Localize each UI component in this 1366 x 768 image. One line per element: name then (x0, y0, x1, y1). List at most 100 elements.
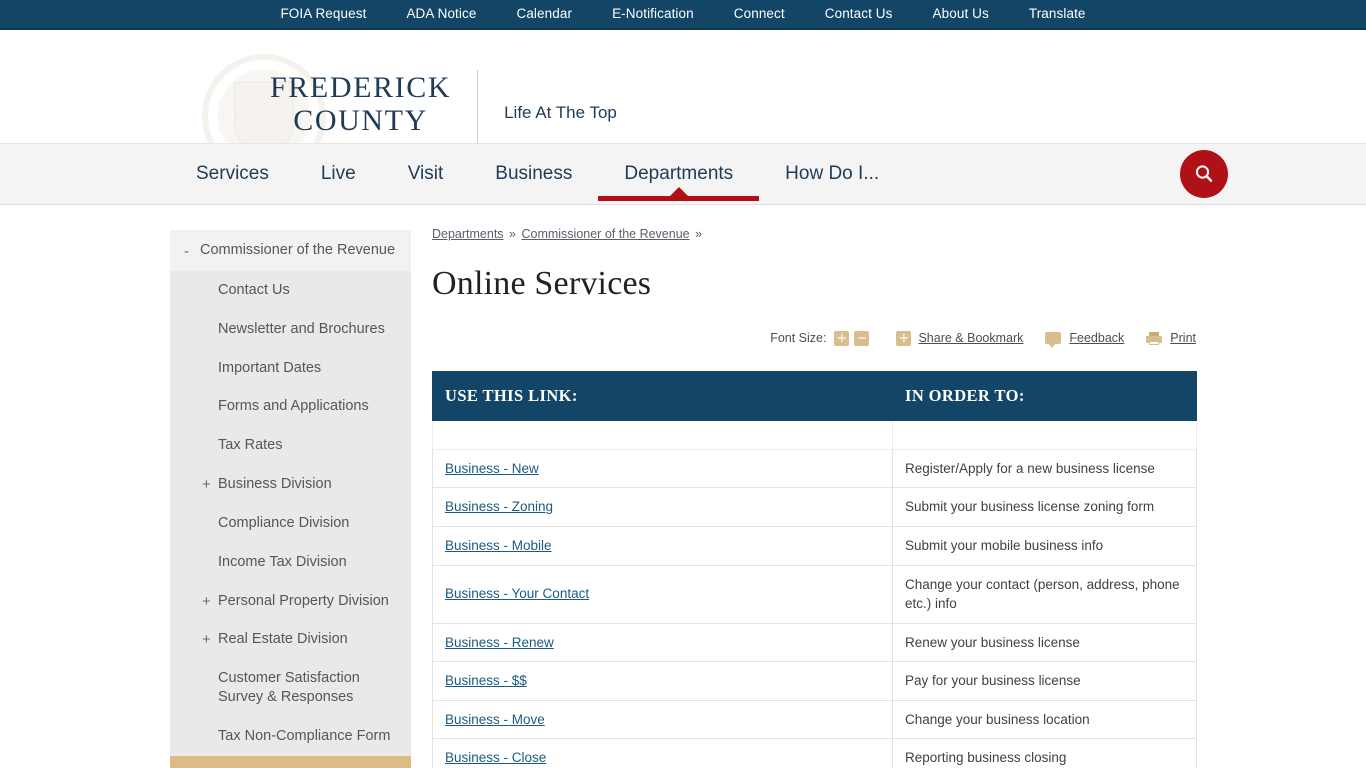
topbar-link-calendar[interactable]: Calendar (496, 0, 592, 28)
service-link-cell: Business - $$ (432, 661, 893, 701)
printer-icon (1146, 331, 1163, 345)
site-logo[interactable]: FREDERICK COUNTY VIRGINIA Life At The To… (270, 70, 617, 143)
topbar-link-e-notification[interactable]: E-Notification (592, 0, 714, 28)
sidebar-item-tax-non-compliance-form[interactable]: Tax Non-Compliance Form (170, 717, 411, 756)
top-utility-bar: FOIA Request ADA Notice Calendar E-Notifica… (0, 0, 1366, 30)
expand-toggle-icon[interactable]: + (202, 477, 211, 492)
service-link[interactable]: Business - Your Contact (445, 586, 589, 601)
increase-font-button[interactable]: + (834, 330, 850, 346)
sidebar-item-income-tax-division[interactable]: Income Tax Division (170, 543, 411, 582)
sidebar-item-commissioner-of-the-revenue[interactable]: - Commissioner of the Revenue (170, 230, 411, 271)
breadcrumb-separator: » (691, 227, 703, 241)
logo-text: FREDERICK COUNTY VIRGINIA (270, 70, 477, 143)
speech-bubble-icon (1045, 332, 1062, 348)
topbar-link-ada-notice[interactable]: ADA Notice (386, 0, 496, 28)
logo-line-1: FREDERICK (270, 70, 452, 104)
share-bookmark-link[interactable]: Share & Bookmark (918, 331, 1023, 345)
page-tools: Font Size: + − + Share & Bookmark Feedba… (432, 329, 1196, 348)
sidebar-item-real-estate-division[interactable]: + Real Estate Division (170, 620, 411, 659)
share-bookmark-group[interactable]: + Share & Bookmark (896, 330, 1023, 346)
table-row: Business - New Register/Apply for a new b… (432, 448, 1197, 489)
nav-item-visit[interactable]: Visit (382, 143, 470, 205)
service-link[interactable]: Business - Renew (445, 635, 554, 650)
service-description-cell: Pay for your business license (892, 661, 1197, 701)
topbar-link-about-us[interactable]: About Us (913, 0, 1009, 28)
table-header-cell-2: IN ORDER TO: (892, 371, 1197, 421)
table-spacer-cell (892, 419, 1197, 450)
topbar-link-connect[interactable]: Connect (714, 0, 805, 28)
breadcrumb-separator: » (505, 227, 520, 241)
top-utility-nav: FOIA Request ADA Notice Calendar E-Notifica… (260, 0, 1105, 28)
sidebar-item-contact-us[interactable]: Contact Us (170, 271, 411, 310)
expand-toggle-icon[interactable]: + (202, 632, 211, 647)
nav-item-label: Visit (407, 163, 444, 184)
sidebar-item-forms-and-applications[interactable]: Forms and Applications (170, 387, 411, 426)
table-row: Business - Move Change your business loca… (432, 699, 1197, 740)
table-row: Business - Your Contact Change your conta… (432, 564, 1197, 624)
feedback-link[interactable]: Feedback (1069, 331, 1124, 345)
nav-item-business[interactable]: Business (469, 143, 598, 205)
service-description-cell: Renew your business license (892, 622, 1197, 663)
nav-item-services[interactable]: Services (170, 143, 295, 205)
sidebar-item-label: Newsletter and Brochures (218, 320, 385, 337)
expand-toggle-icon[interactable]: + (202, 594, 211, 609)
sidebar-item-label: Important Dates (218, 359, 322, 376)
sidebar-item-label: Tax Rates (218, 437, 283, 454)
service-link-cell: Business - Renew (432, 622, 893, 663)
nav-item-label: How Do I... (785, 163, 880, 184)
sidebar-item-personal-property-division[interactable]: + Personal Property Division (170, 582, 411, 621)
service-link[interactable]: Business - New (445, 461, 539, 476)
service-link-cell: Business - Your Contact (432, 564, 893, 624)
service-link-cell: Business - Close (432, 738, 893, 768)
online-services-table-wrapper: USE THIS LINK: IN ORDER TO: Business - Ne… (432, 371, 1197, 768)
breadcrumb-link-commissioner-of-the-revenue[interactable]: Commissioner of the Revenue (521, 227, 689, 241)
service-link[interactable]: Business - Move (445, 712, 545, 727)
page-title: Online Services (432, 265, 652, 302)
nav-item-label: Services (196, 163, 269, 184)
table-row: Business - Zoning Submit your business li… (432, 487, 1197, 528)
service-link[interactable]: Business - $$ (445, 673, 527, 688)
active-nav-underline (598, 196, 760, 201)
sidebar-item-important-dates[interactable]: Important Dates (170, 349, 411, 388)
print-group[interactable]: Print (1146, 331, 1196, 345)
sidebar-item-online-services[interactable]: Online Services (170, 755, 411, 768)
sidebar-item-compliance-division[interactable]: Compliance Division (170, 504, 411, 543)
sidebar-item-tax-rates[interactable]: Tax Rates (170, 426, 411, 465)
service-link[interactable]: Business - Mobile (445, 538, 552, 553)
collapse-toggle-icon[interactable]: - (184, 244, 189, 259)
service-link[interactable]: Business - Zoning (445, 499, 553, 514)
nav-item-live[interactable]: Live (295, 143, 382, 205)
service-link[interactable]: Business - Close (445, 750, 546, 765)
feedback-group[interactable]: Feedback (1045, 331, 1124, 348)
sidebar-item-newsletter-and-brochures[interactable]: Newsletter and Brochures (170, 310, 411, 349)
sidebar-item-label: Commissioner of the Revenue (200, 242, 396, 258)
topbar-link-foia-request[interactable]: FOIA Request (260, 0, 386, 28)
sidebar-item-label: Tax Non-Compliance Form (218, 727, 391, 744)
sidebar-item-label: Contact Us (218, 281, 290, 298)
service-link-cell: Business - New (432, 448, 893, 489)
print-link[interactable]: Print (1170, 331, 1196, 345)
sidebar-item-label: Compliance Division (218, 514, 350, 531)
page-body: - Commissioner of the Revenue Contact Us Ne… (0, 205, 1366, 768)
logo-line-2: COUNTY (293, 103, 428, 137)
decrease-font-button[interactable]: − (854, 330, 870, 346)
font-size-label: Font Size: (770, 331, 827, 345)
share-plus-icon[interactable]: + (896, 330, 912, 346)
sidebar-item-business-division[interactable]: + Business Division (170, 465, 411, 504)
table-header-cell-1: USE THIS LINK: (432, 371, 893, 421)
search-button[interactable] (1180, 150, 1228, 198)
nav-item-how-do-i[interactable]: How Do I... (759, 143, 905, 205)
breadcrumb-link-departments[interactable]: Departments (432, 227, 504, 241)
sidebar-item-label: Real Estate Division (218, 631, 348, 648)
sidebar-item-label: Customer Satisfaction Survey & Responses (218, 670, 360, 706)
section-sidebar: - Commissioner of the Revenue Contact Us Ne… (170, 230, 411, 768)
sidebar-item-customer-satisfaction-survey-responses[interactable]: Customer Satisfaction Survey & Responses (170, 659, 411, 717)
topbar-link-translate[interactable]: Translate (1009, 0, 1106, 28)
service-link-cell: Business - Mobile (432, 526, 893, 566)
table-row: Business - Close Reporting business closi… (432, 738, 1197, 768)
nav-item-departments[interactable]: Departments (598, 143, 760, 205)
table-spacer-cell (432, 419, 893, 450)
service-link-cell: Business - Zoning (432, 487, 893, 528)
service-link-cell: Business - Move (432, 699, 893, 740)
topbar-link-contact-us[interactable]: Contact Us (805, 0, 913, 28)
